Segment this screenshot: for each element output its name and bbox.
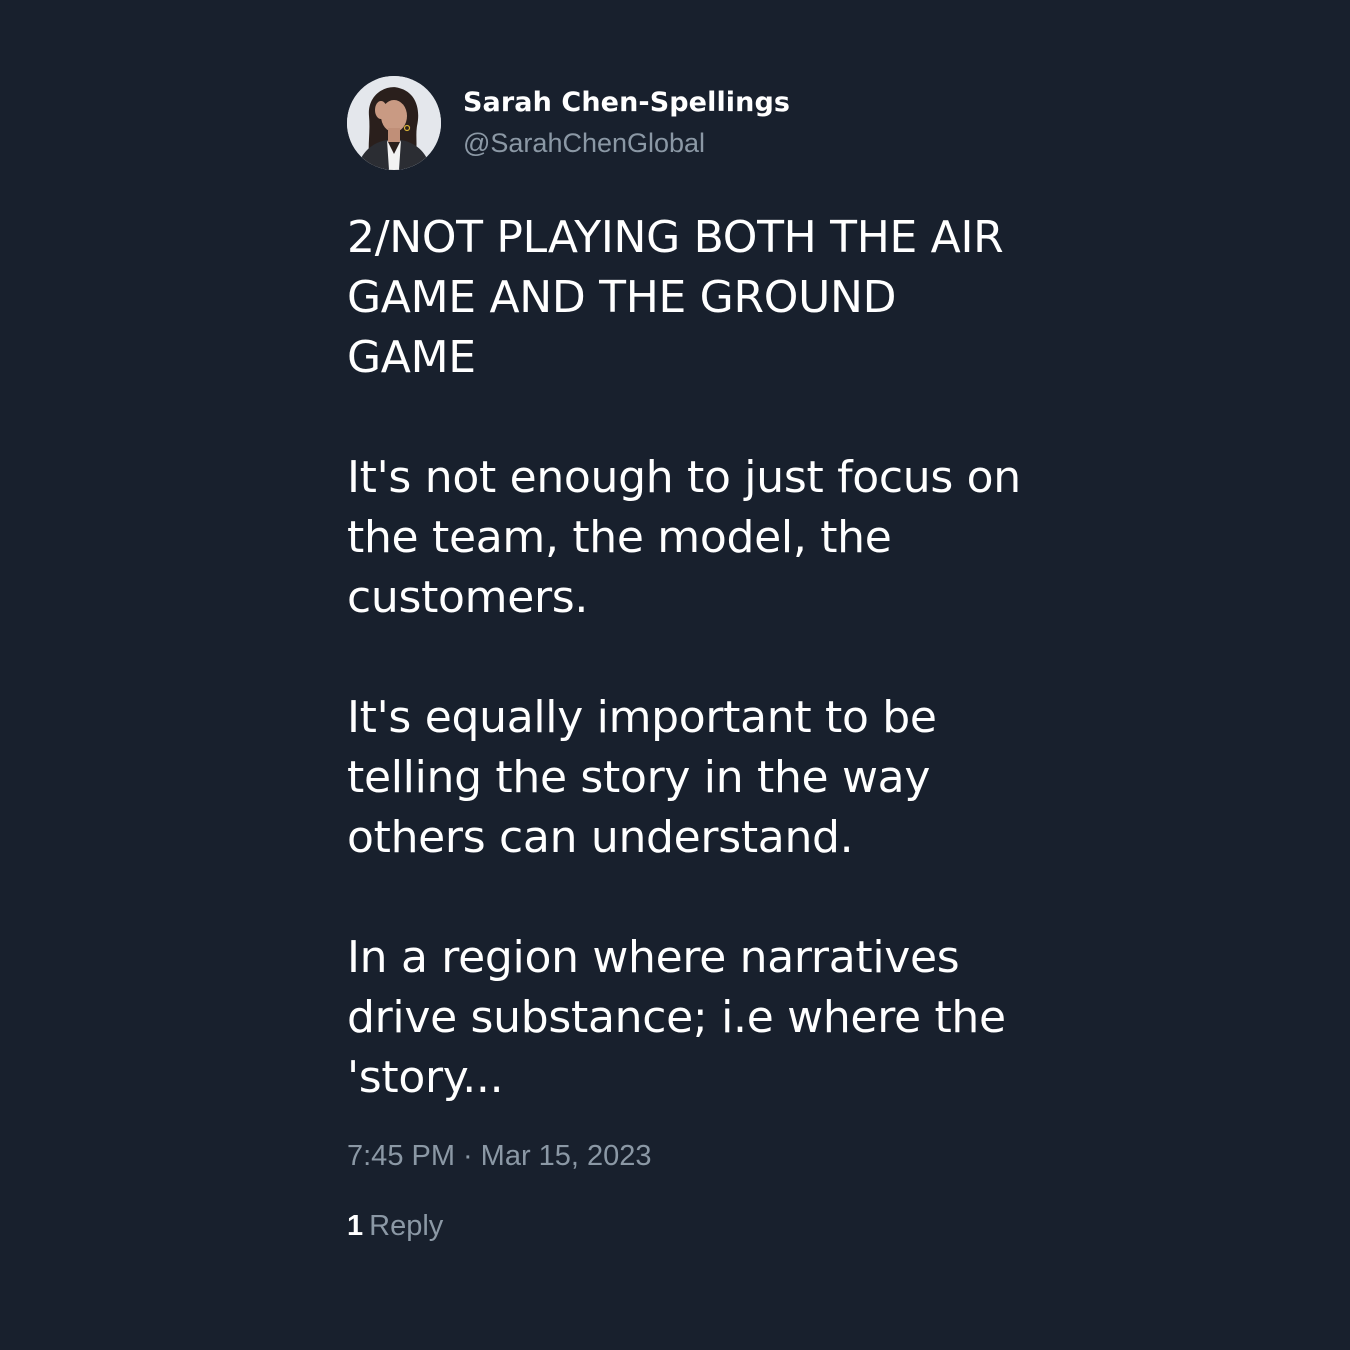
avatar[interactable]: [347, 76, 441, 170]
author-handle[interactable]: @SarahChenGlobal: [463, 124, 790, 162]
author-display-name[interactable]: Sarah Chen-Spellings: [463, 84, 790, 122]
meta-separator: ·: [463, 1140, 473, 1172]
reply-count-link[interactable]: 1 Reply: [347, 1208, 1027, 1244]
reply-count: 1: [347, 1210, 364, 1242]
tweet-paragraph: It's equally important to be telling the…: [347, 692, 937, 863]
tweet-header: Sarah Chen-Spellings @SarahChenGlobal: [347, 76, 1027, 170]
tweet-time: 7:45 PM: [347, 1140, 455, 1172]
tweet-timestamp[interactable]: 7:45 PM · Mar 15, 2023: [347, 1138, 1027, 1174]
tweet-paragraph: In a region where narratives drive subst…: [347, 932, 1006, 1103]
tweet-text: 2/NOT PLAYING BOTH THE AIR GAME AND THE …: [347, 208, 1027, 1108]
tweet-date: Mar 15, 2023: [480, 1140, 652, 1172]
tweet-paragraph: 2/NOT PLAYING BOTH THE AIR GAME AND THE …: [347, 212, 1004, 383]
reply-label: Reply: [369, 1210, 444, 1242]
author-names: Sarah Chen-Spellings @SarahChenGlobal: [463, 84, 790, 162]
tweet-paragraph: It's not enough to just focus on the tea…: [347, 452, 1021, 623]
tweet-card: Sarah Chen-Spellings @SarahChenGlobal 2/…: [347, 76, 1027, 1244]
tweet-screenshot: Sarah Chen-Spellings @SarahChenGlobal 2/…: [0, 0, 1350, 1350]
profile-photo-avatar-icon: [347, 76, 441, 170]
